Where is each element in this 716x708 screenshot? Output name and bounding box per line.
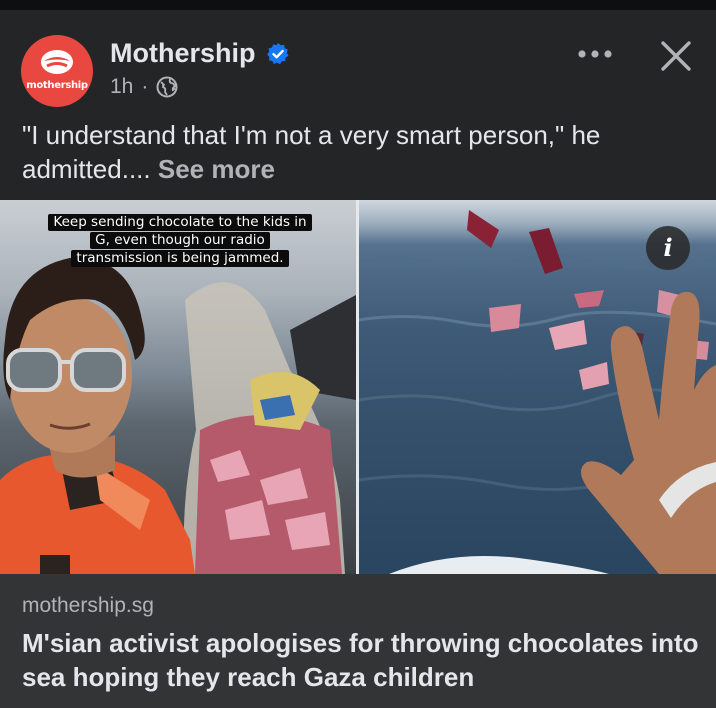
overlay-line: Keep sending chocolate to the kids in: [48, 214, 312, 231]
link-headline[interactable]: M'sian activist apologises for throwing …: [22, 626, 702, 694]
link-domain: mothership.sg: [22, 594, 154, 617]
page-name[interactable]: Mothership: [110, 38, 256, 69]
post-header: mothership Mothership 1h ·: [0, 10, 716, 110]
overlay-line: G, even though our radio: [90, 232, 270, 249]
post-time[interactable]: 1h: [110, 75, 133, 99]
link-preview[interactable]: mothership.sg M'sian activist apologises…: [0, 574, 716, 708]
globe-icon[interactable]: [156, 76, 178, 98]
video-caption-overlay: Keep sending chocolate to the kids in G,…: [46, 214, 314, 268]
caption-text: "I understand that I'm not a very smart …: [22, 120, 601, 184]
see-more-link[interactable]: See more: [158, 154, 275, 184]
post-media[interactable]: Keep sending chocolate to the kids in G,…: [0, 200, 716, 574]
avatar[interactable]: mothership: [21, 35, 93, 107]
verified-badge-icon: [267, 43, 289, 65]
close-icon[interactable]: [656, 36, 696, 76]
top-status-strip: [0, 0, 716, 10]
overlay-line: transmission is being jammed.: [71, 250, 289, 267]
post-caption: "I understand that I'm not a very smart …: [22, 118, 702, 186]
meta-separator: ·: [141, 75, 149, 98]
mothership-logo-icon: [41, 50, 73, 74]
media-left-photo: Keep sending chocolate to the kids in G,…: [0, 200, 356, 574]
avatar-label: mothership: [26, 80, 88, 91]
info-icon[interactable]: i: [646, 226, 690, 270]
more-options-icon[interactable]: [574, 40, 618, 68]
post-meta: 1h ·: [110, 75, 178, 99]
